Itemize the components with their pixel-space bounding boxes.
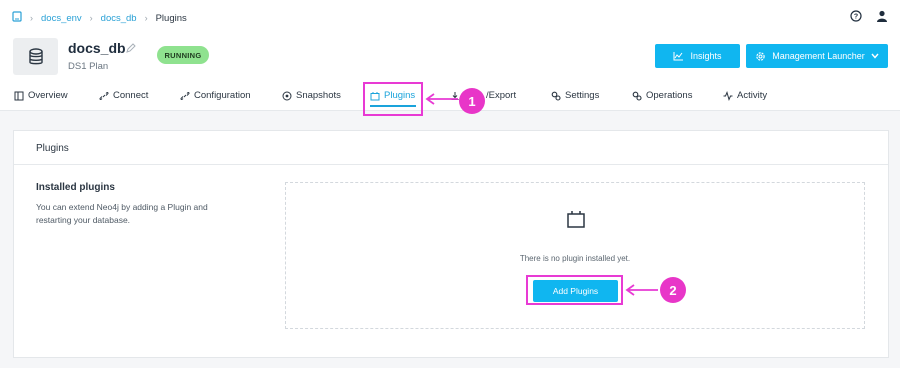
arrow-left-icon	[625, 284, 658, 296]
chevron-right-icon: ›	[89, 13, 93, 23]
breadcrumb-current: Plugins	[155, 12, 187, 24]
tab-connect[interactable]: Connect	[99, 90, 148, 101]
chevron-down-icon	[871, 53, 879, 59]
link-icon	[99, 91, 109, 100]
tab-overview[interactable]: Overview	[14, 90, 68, 101]
snapshot-icon	[282, 91, 292, 100]
breadcrumb-db[interactable]: docs_db	[101, 13, 137, 24]
home-icon[interactable]	[12, 11, 22, 25]
database-avatar	[13, 38, 58, 75]
status-badge: RUNNING	[157, 46, 209, 64]
chart-icon	[673, 52, 684, 61]
tab-settings[interactable]: Settings	[551, 90, 599, 101]
tab-configuration[interactable]: Configuration	[180, 90, 251, 101]
svg-text:?: ?	[854, 14, 858, 21]
chevron-right-icon: ›	[144, 13, 148, 23]
tab-activity[interactable]: Activity	[723, 90, 767, 101]
panel-divider	[14, 164, 888, 165]
user-icon[interactable]	[876, 10, 888, 25]
gears-icon	[551, 91, 561, 101]
breadcrumb-env[interactable]: docs_env	[41, 13, 82, 24]
page-title: docs_db	[68, 40, 126, 56]
arrow-left-icon	[425, 93, 458, 105]
plugins-panel: Plugins Installed plugins You can extend…	[13, 130, 889, 358]
panel-title: Plugins	[36, 143, 69, 154]
tab-snapshots[interactable]: Snapshots	[282, 90, 341, 101]
plan-label: DS1 Plan	[68, 61, 109, 72]
insights-label: Insights	[690, 51, 722, 61]
add-plugins-highlight	[526, 275, 623, 305]
management-launcher-button[interactable]: Management Launcher	[746, 44, 888, 68]
empty-state-text: There is no plugin installed yet.	[519, 254, 631, 263]
gear-icon	[756, 51, 765, 61]
step-badge-2: 2	[660, 277, 686, 303]
help-icon[interactable]: ?	[850, 10, 862, 25]
breadcrumb: › docs_env › docs_db › Plugins	[12, 10, 187, 26]
step-badge-1: 1	[459, 88, 485, 114]
plugins-empty-state: There is no plugin installed yet. Add Pl…	[285, 182, 865, 329]
chevron-right-icon: ›	[30, 13, 33, 23]
gears-icon	[632, 91, 642, 101]
installed-plugins-title: Installed plugins	[36, 182, 115, 193]
launcher-label: Management Launcher	[772, 51, 865, 61]
tab-operations[interactable]: Operations	[632, 90, 692, 101]
plugins-tab-highlight	[363, 82, 423, 116]
insights-button[interactable]: Insights	[655, 44, 740, 68]
pencil-icon[interactable]	[126, 42, 136, 53]
plugin-icon	[567, 211, 585, 228]
activity-icon	[723, 90, 733, 101]
link-icon	[180, 91, 190, 100]
database-icon	[28, 47, 43, 64]
installed-plugins-description: You can extend Neo4j by adding a Plugin …	[36, 202, 208, 225]
overview-icon	[14, 91, 24, 100]
